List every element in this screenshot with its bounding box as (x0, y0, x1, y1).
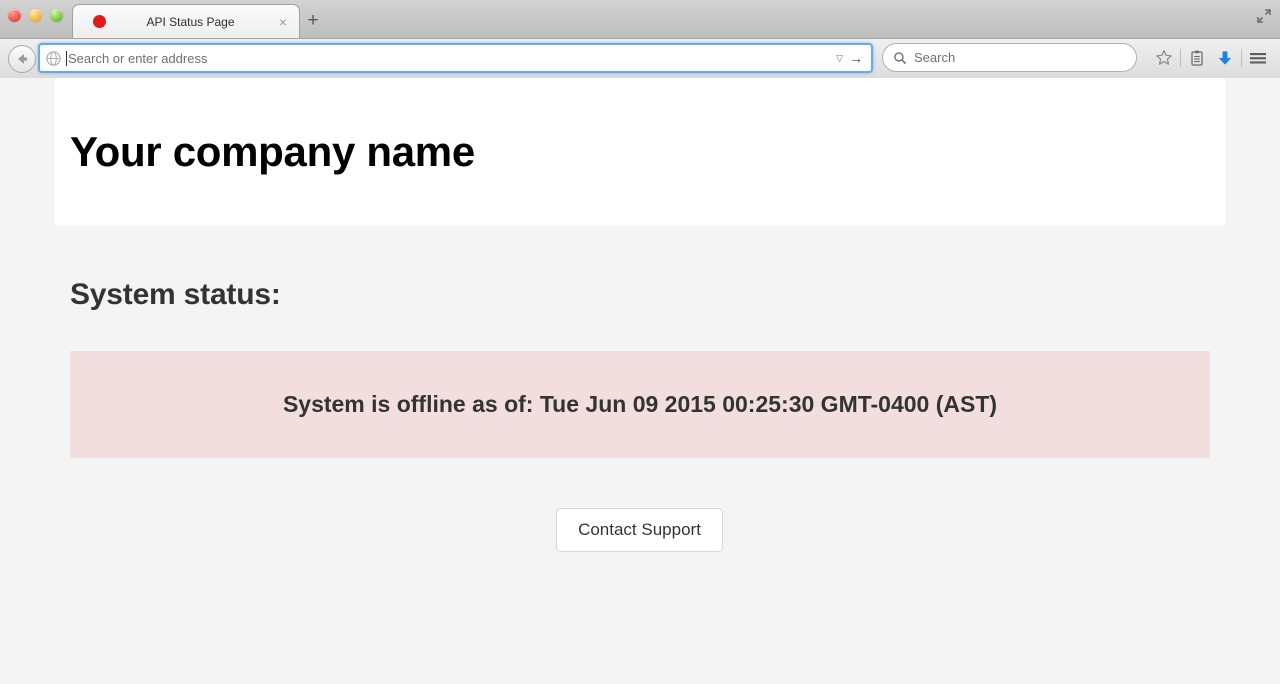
close-icon[interactable]: × (275, 15, 291, 29)
window-minimize-button[interactable] (29, 9, 42, 22)
reading-list-icon[interactable] (1183, 43, 1211, 72)
tab-title: API Status Page (146, 14, 235, 29)
address-input-placeholder[interactable]: Search or enter address (67, 51, 836, 66)
search-input-placeholder[interactable]: Search (914, 50, 955, 65)
back-arrow-icon (18, 54, 27, 64)
status-heading: System status: (70, 278, 281, 311)
address-bar[interactable]: Search or enter address ▽ → (38, 43, 873, 73)
globe-icon (46, 50, 61, 66)
fullscreen-icon[interactable] (1254, 6, 1274, 26)
navigation-toolbar: Search or enter address ▽ → Search (0, 39, 1280, 79)
search-input[interactable]: Search (882, 43, 1137, 72)
red-dot-icon (93, 15, 106, 28)
browser-chrome: API Status Page × + Search or enter addr… (0, 0, 1280, 79)
toolbar-divider (1241, 48, 1242, 67)
page-header-panel: Your company name (55, 78, 1225, 226)
toolbar-icons (1150, 43, 1272, 72)
downloads-icon[interactable] (1211, 43, 1239, 72)
chevron-down-icon[interactable]: ▽ (836, 53, 843, 64)
bookmark-star-icon[interactable] (1150, 43, 1178, 72)
page-title: Your company name (70, 128, 475, 175)
go-arrow-icon[interactable]: → (849, 51, 863, 65)
status-alert-message: System is offline as of: Tue Jun 09 2015… (282, 391, 998, 417)
browser-tab[interactable]: API Status Page × (72, 4, 300, 38)
menu-hamburger-icon[interactable] (1244, 43, 1272, 72)
tab-strip: API Status Page × + (0, 0, 1280, 39)
window-controls (8, 9, 63, 22)
contact-support-button[interactable]: Contact Support (556, 508, 723, 552)
new-tab-button[interactable]: + (303, 11, 323, 32)
toolbar-divider (1180, 48, 1181, 67)
status-alert: System is offline as of: Tue Jun 09 2015… (70, 351, 1210, 458)
page-content: Your company name System status: System … (0, 78, 1280, 684)
search-icon (894, 51, 907, 64)
back-button[interactable] (8, 45, 36, 73)
window-close-button[interactable] (8, 9, 21, 22)
window-zoom-button[interactable] (50, 9, 63, 22)
